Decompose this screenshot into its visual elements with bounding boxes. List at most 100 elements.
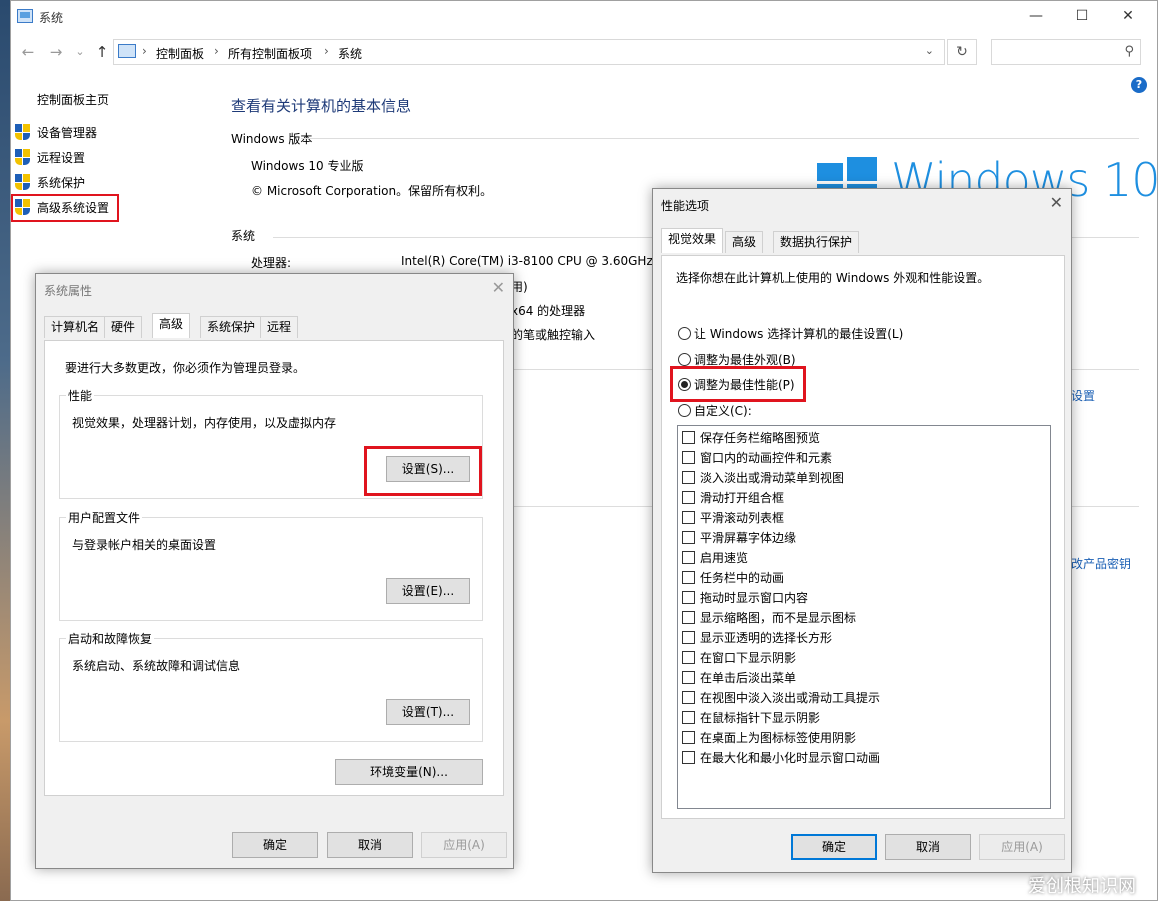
performance-desc: 视觉效果，处理器计划，内存使用，以及虚拟内存 bbox=[72, 416, 337, 430]
breadcrumb-control-panel[interactable]: 控制面板 bbox=[156, 45, 204, 62]
checkbox-label: 在窗口下显示阴影 bbox=[700, 651, 797, 665]
visual-effects-list[interactable]: 保存任务栏缩略图预览 窗口内的动画控件和元素 淡入淡出或滑动菜单到视图 滑动打开… bbox=[677, 425, 1051, 809]
environment-variables-button[interactable]: 环境变量(N)... bbox=[335, 759, 483, 785]
tab-remote[interactable]: 远程 bbox=[260, 316, 299, 338]
breadcrumb-all-items[interactable]: 所有控制面板项 bbox=[228, 45, 312, 62]
checkbox-label: 在鼠标指针下显示阴影 bbox=[700, 711, 821, 725]
processor-label: 处理器: bbox=[251, 256, 292, 270]
radio-label: 自定义(C): bbox=[694, 404, 752, 418]
refresh-icon[interactable]: ↻ bbox=[947, 39, 977, 65]
group-label: 性能 bbox=[66, 387, 95, 404]
tab-visual-effects[interactable]: 视觉效果 bbox=[661, 228, 724, 253]
checkbox-label: 启用速览 bbox=[700, 551, 749, 565]
maximize-button[interactable]: ☐ bbox=[1059, 1, 1105, 33]
breadcrumb-system[interactable]: 系统 bbox=[338, 45, 362, 62]
tab-computer-name[interactable]: 计算机名 bbox=[44, 316, 107, 338]
ok-button[interactable]: 确定 bbox=[791, 834, 877, 860]
sidebar-item-label: 系统保护 bbox=[37, 176, 86, 190]
checkbox[interactable] bbox=[682, 691, 695, 704]
cancel-button[interactable]: 取消 bbox=[885, 834, 971, 860]
user-profiles-desc: 与登录帐户相关的桌面设置 bbox=[72, 538, 217, 552]
search-input[interactable]: ⚲ bbox=[991, 39, 1141, 65]
checkbox[interactable] bbox=[682, 631, 695, 644]
up-arrow-icon[interactable]: ↑ bbox=[91, 41, 113, 63]
checkbox[interactable] bbox=[682, 611, 695, 624]
address-box[interactable]: › 控制面板 › 所有控制面板项 › 系统 ⌄ bbox=[113, 39, 945, 65]
group-label: 启动和故障恢复 bbox=[66, 630, 155, 647]
tab-advanced[interactable]: 高级 bbox=[725, 231, 764, 253]
tab-advanced[interactable]: 高级 bbox=[152, 313, 191, 338]
user-profiles-settings-button[interactable]: 设置(E)... bbox=[386, 578, 470, 604]
startup-settings-button[interactable]: 设置(T)... bbox=[386, 699, 470, 725]
close-icon[interactable]: ✕ bbox=[1050, 193, 1063, 212]
highlight-box bbox=[670, 366, 806, 402]
checkbox[interactable] bbox=[682, 531, 695, 544]
recent-dropdown-icon[interactable]: ⌄ bbox=[69, 41, 91, 63]
highlight-box bbox=[364, 446, 482, 496]
dialog-title: 系统属性 bbox=[44, 284, 93, 298]
shield-icon bbox=[15, 174, 30, 191]
checkbox[interactable] bbox=[682, 511, 695, 524]
checkbox[interactable] bbox=[682, 471, 695, 484]
tab-system-protection[interactable]: 系统保护 bbox=[200, 316, 263, 338]
checkbox-label: 拖动时显示窗口内容 bbox=[700, 591, 809, 605]
radio-button[interactable] bbox=[678, 404, 691, 417]
watermark-text: 爱创根知识网 bbox=[1028, 876, 1136, 897]
checkbox[interactable] bbox=[682, 731, 695, 744]
pen-touch-partial: 的笔或触控输入 bbox=[511, 328, 596, 342]
dialog-title: 性能选项 bbox=[661, 199, 710, 213]
tab-dep[interactable]: 数据执行保护 bbox=[773, 231, 860, 253]
breadcrumb-separator-icon: › bbox=[214, 44, 219, 58]
checkbox-label: 显示缩略图，而不是显示图标 bbox=[700, 611, 857, 625]
checkbox-label: 平滑屏幕字体边缘 bbox=[700, 531, 797, 545]
checkbox[interactable] bbox=[682, 591, 695, 604]
startup-desc: 系统启动、系统故障和调试信息 bbox=[72, 659, 241, 673]
radio-button[interactable] bbox=[678, 327, 691, 340]
breadcrumb-separator-icon: › bbox=[142, 44, 147, 58]
tab-strip: 视觉效果 高级 数据执行保护 bbox=[661, 228, 1061, 257]
change-settings-link[interactable]: 设置 bbox=[1071, 387, 1095, 404]
checkbox[interactable] bbox=[682, 571, 695, 584]
checkbox[interactable] bbox=[682, 751, 695, 764]
apply-button[interactable]: 应用(A) bbox=[421, 832, 507, 858]
shield-icon bbox=[15, 124, 30, 141]
radio-label: 让 Windows 选择计算机的最佳设置(L) bbox=[694, 327, 904, 341]
highlight-box bbox=[11, 194, 119, 222]
back-arrow-icon[interactable]: ← bbox=[17, 41, 39, 63]
change-product-key-link[interactable]: 改产品密钥 bbox=[1071, 555, 1131, 572]
startup-recovery-group: 启动和故障恢复 系统启动、系统故障和调试信息 设置(T)... bbox=[59, 630, 483, 742]
chevron-down-icon[interactable]: ⌄ bbox=[925, 44, 934, 57]
ok-button[interactable]: 确定 bbox=[232, 832, 318, 858]
checkbox-label: 平滑滚动列表框 bbox=[700, 511, 785, 525]
breadcrumb-separator-icon: › bbox=[324, 44, 329, 58]
tab-panel-advanced: 要进行大多数更改，你必须作为管理员登录。 性能 视觉效果，处理器计划，内存使用，… bbox=[44, 340, 504, 796]
close-button[interactable]: ✕ bbox=[1105, 1, 1151, 33]
minimize-button[interactable]: — bbox=[1013, 1, 1059, 33]
cancel-button[interactable]: 取消 bbox=[327, 832, 413, 858]
forward-arrow-icon[interactable]: → bbox=[45, 41, 67, 63]
processor-value: Intel(R) Core(TM) i3-8100 CPU @ 3.60GHz bbox=[401, 254, 653, 268]
tab-hardware[interactable]: 硬件 bbox=[104, 316, 143, 338]
checkbox-label: 在单击后淡出菜单 bbox=[700, 671, 797, 685]
copyright-text: © Microsoft Corporation。保留所有权利。 bbox=[251, 184, 493, 198]
checkbox[interactable] bbox=[682, 671, 695, 684]
checkbox[interactable] bbox=[682, 431, 695, 444]
apply-button[interactable]: 应用(A) bbox=[979, 834, 1065, 860]
computer-icon bbox=[17, 9, 33, 23]
help-icon[interactable]: ? bbox=[1131, 77, 1147, 93]
checkbox-label: 在桌面上为图标标签使用阴影 bbox=[700, 731, 857, 745]
checkbox[interactable] bbox=[682, 711, 695, 724]
close-icon[interactable]: ✕ bbox=[492, 278, 505, 297]
checkbox[interactable] bbox=[682, 491, 695, 504]
window-title: 系统 bbox=[39, 11, 64, 25]
performance-options-dialog: 性能选项 ✕ 视觉效果 高级 数据执行保护 选择你想在此计算机上使用的 Wind… bbox=[652, 188, 1072, 873]
section-heading-system: 系统 bbox=[231, 229, 256, 243]
radio-button[interactable] bbox=[678, 353, 691, 366]
checkbox[interactable] bbox=[682, 451, 695, 464]
checkbox[interactable] bbox=[682, 551, 695, 564]
checkbox-label: 在视图中淡入淡出或滑动工具提示 bbox=[700, 691, 881, 705]
page-title: 查看有关计算机的基本信息 bbox=[231, 97, 412, 115]
computer-icon bbox=[118, 44, 136, 58]
control-panel-home-link[interactable]: 控制面板主页 bbox=[37, 91, 109, 108]
checkbox[interactable] bbox=[682, 651, 695, 664]
